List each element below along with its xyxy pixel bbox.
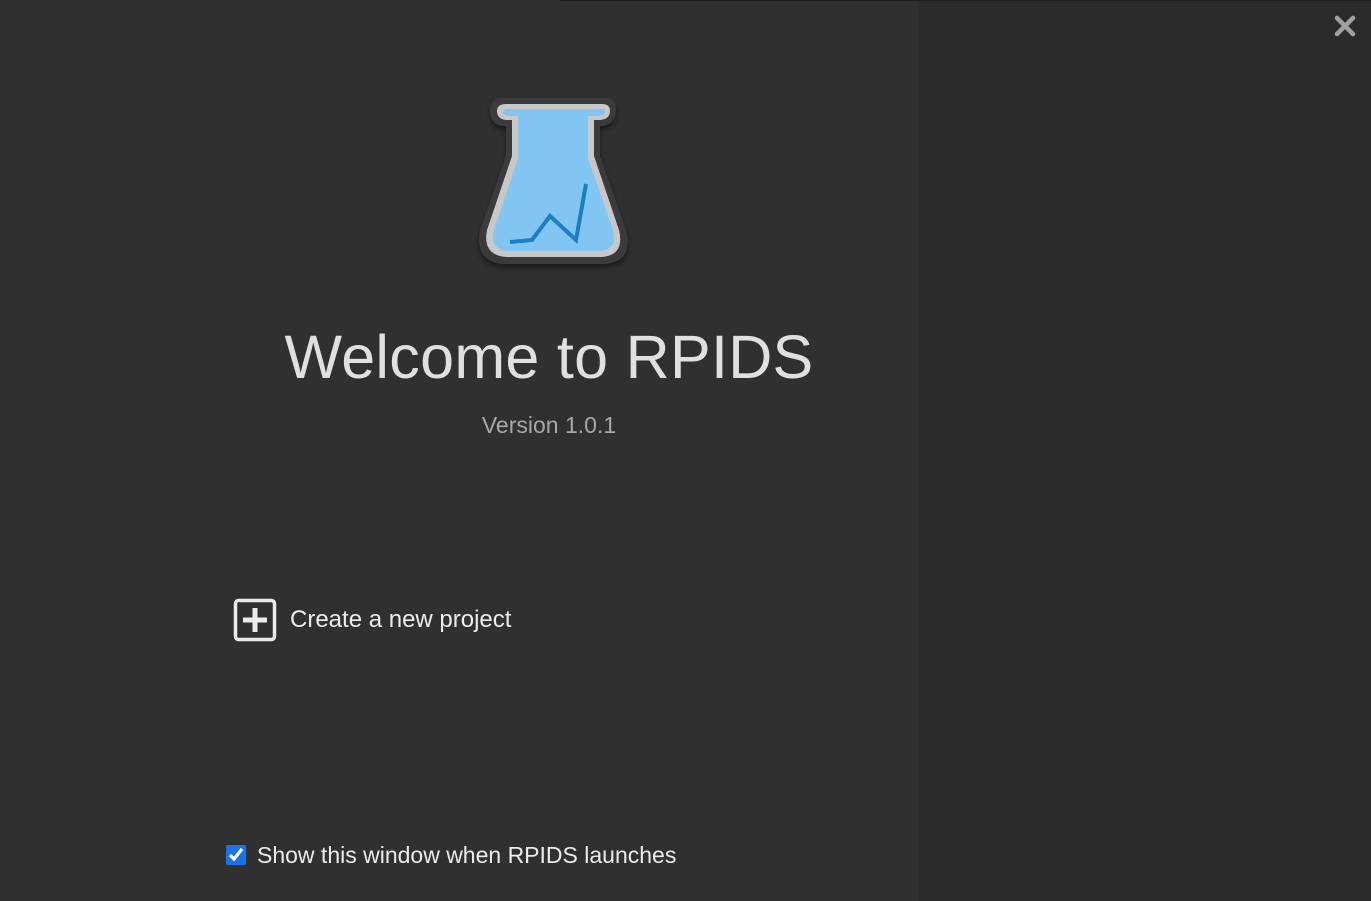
window-top-border <box>560 0 1371 1</box>
show-on-launch-label: Show this window when RPIDS launches <box>257 841 677 868</box>
welcome-title: Welcome to RPIDS <box>284 323 814 391</box>
show-on-launch-checkbox[interactable] <box>226 845 246 865</box>
show-on-launch-option[interactable]: Show this window when RPIDS launches <box>226 840 676 870</box>
flask-chart-icon <box>479 98 628 264</box>
plus-square-icon <box>233 598 277 642</box>
recent-projects-pane <box>918 0 1371 901</box>
close-button[interactable] <box>1331 12 1359 40</box>
create-project-label: Create a new project <box>290 606 512 633</box>
version-label: Version 1.0.1 <box>481 412 617 438</box>
welcome-pane <box>0 0 918 901</box>
welcome-window: Welcome to RPIDS Version 1.0.1 Create a … <box>0 0 1371 901</box>
close-icon <box>1334 15 1356 37</box>
create-project-button[interactable]: Create a new project <box>233 597 511 643</box>
